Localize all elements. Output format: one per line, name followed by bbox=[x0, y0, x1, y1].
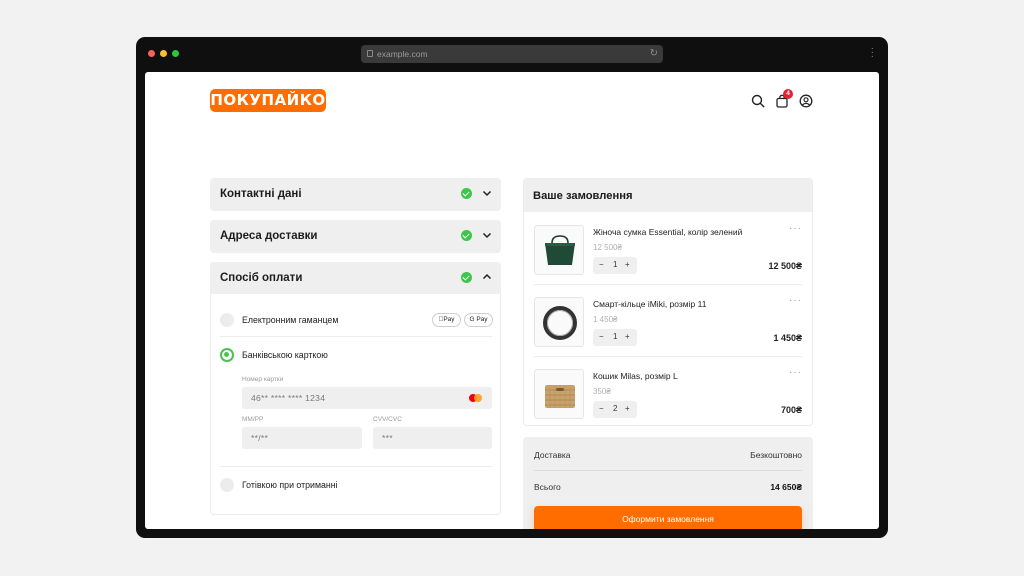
expiry-field[interactable]: **/** bbox=[242, 427, 362, 449]
minimize-window-button[interactable] bbox=[160, 50, 167, 57]
cvv-label: CVV/CVC bbox=[373, 416, 402, 423]
payment-option-wallet[interactable]: Електронним гаманцем Pay G Pay bbox=[220, 313, 493, 327]
check-circle-icon bbox=[461, 230, 472, 241]
product-image-bag[interactable] bbox=[534, 225, 584, 275]
total-value: 14 650₴ bbox=[770, 482, 802, 492]
wallet-label: Електронним гаманцем bbox=[242, 315, 339, 325]
delivery-row: Доставка Безкоштовно bbox=[534, 450, 802, 460]
card-number-field[interactable]: 46** **** **** 1234 bbox=[242, 387, 492, 409]
cart-count-badge: 4 bbox=[783, 89, 793, 99]
plus-button[interactable]: + bbox=[625, 332, 630, 341]
section-contact-details[interactable]: Контактні дані bbox=[210, 178, 501, 211]
order-totals: Доставка Безкоштовно Всього 14 650₴ Офор… bbox=[523, 437, 813, 529]
place-order-button[interactable]: Оформити замовлення bbox=[534, 506, 802, 529]
minus-button[interactable]: − bbox=[599, 260, 604, 269]
chevron-down-icon[interactable] bbox=[481, 187, 493, 199]
store-logo[interactable]: ПОКУПАЙКО bbox=[210, 89, 326, 112]
order-header: Ваше замовлення bbox=[524, 179, 812, 212]
reload-icon[interactable]: ↻ bbox=[650, 45, 658, 63]
expiry-value: **/** bbox=[251, 433, 269, 443]
divider bbox=[534, 470, 802, 471]
item-unit-price: 12 500₴ bbox=[593, 243, 622, 252]
item-name[interactable]: Смарт-кільце iMiki, розмір 11 bbox=[593, 299, 706, 309]
payment-option-card[interactable]: Банківською карткою bbox=[220, 348, 492, 362]
card-number-label: Номер картки bbox=[242, 376, 284, 383]
section-title: Адреса доставки bbox=[220, 230, 318, 242]
plus-button[interactable]: + bbox=[625, 404, 630, 413]
mastercard-icon bbox=[469, 394, 483, 402]
wallet-radio[interactable] bbox=[220, 313, 234, 327]
minus-button[interactable]: − bbox=[599, 404, 604, 413]
cash-radio[interactable] bbox=[220, 478, 234, 492]
delivery-value: Безкоштовно bbox=[750, 450, 802, 460]
google-pay-badge: G Pay bbox=[464, 313, 493, 327]
address-bar[interactable]: example.com ↻ bbox=[361, 45, 663, 63]
total-row: Всього 14 650₴ bbox=[534, 482, 802, 492]
order-item: Кошик Milas, розмір L 350₴ − 2 + ··· 700… bbox=[524, 357, 812, 428]
order-title: Ваше замовлення bbox=[533, 190, 633, 202]
section-delivery-address[interactable]: Адреса доставки bbox=[210, 220, 501, 253]
card-label: Банківською карткою bbox=[242, 350, 328, 360]
section-title: Спосіб оплати bbox=[220, 272, 303, 284]
quantity-stepper: − 2 + bbox=[593, 401, 637, 418]
user-icon[interactable] bbox=[799, 94, 813, 108]
close-window-button[interactable] bbox=[148, 50, 155, 57]
payment-options: Електронним гаманцем Pay G Pay Банківсь… bbox=[210, 294, 501, 515]
item-unit-price: 1 450₴ bbox=[593, 315, 618, 324]
browser-menu-icon[interactable]: · · · bbox=[871, 44, 874, 62]
more-options-icon[interactable]: ··· bbox=[789, 223, 802, 234]
total-label: Всього bbox=[534, 482, 561, 492]
order-item: Жіноча сумка Essential, колір зелений 12… bbox=[524, 213, 812, 284]
maximize-window-button[interactable] bbox=[172, 50, 179, 57]
minus-button[interactable]: − bbox=[599, 332, 604, 341]
cash-label: Готівкою при отриманні bbox=[242, 480, 338, 490]
item-total: 1 450₴ bbox=[773, 333, 802, 343]
card-number-value: 46** **** **** 1234 bbox=[251, 393, 326, 403]
lock-icon bbox=[367, 50, 373, 57]
delivery-label: Доставка bbox=[534, 450, 571, 460]
item-name[interactable]: Кошик Milas, розмір L bbox=[593, 371, 678, 381]
item-total: 12 500₴ bbox=[768, 261, 802, 271]
cvv-value: *** bbox=[382, 433, 393, 443]
more-options-icon[interactable]: ··· bbox=[789, 295, 802, 306]
quantity-value[interactable]: 1 bbox=[613, 260, 617, 269]
browser-window: example.com ↻ · · · ПОКУПАЙКО 4 Контактні … bbox=[136, 37, 888, 538]
check-circle-icon bbox=[461, 272, 472, 283]
product-image-basket[interactable] bbox=[534, 369, 584, 419]
item-total: 700₴ bbox=[780, 405, 802, 415]
quantity-value[interactable]: 1 bbox=[613, 332, 617, 341]
quantity-stepper: − 1 + bbox=[593, 329, 637, 346]
item-unit-price: 350₴ bbox=[593, 387, 611, 396]
quantity-stepper: − 1 + bbox=[593, 257, 637, 274]
item-name[interactable]: Жіноча сумка Essential, колір зелений bbox=[593, 227, 742, 237]
apple-pay-text: Pay bbox=[440, 316, 454, 323]
payment-option-cash[interactable]: Готівкою при отриманні bbox=[220, 478, 492, 492]
chevron-down-icon[interactable] bbox=[481, 229, 493, 241]
divider bbox=[220, 336, 492, 337]
search-icon[interactable] bbox=[751, 94, 765, 108]
order-summary: Ваше замовлення Жіноча сумка Essential, … bbox=[523, 178, 813, 426]
check-circle-icon bbox=[461, 188, 472, 199]
chevron-up-icon[interactable] bbox=[481, 271, 493, 283]
section-payment-method[interactable]: Спосіб оплати bbox=[210, 262, 501, 295]
expiry-label: MM/РР bbox=[242, 416, 264, 423]
order-item: Смарт-кільце iMiki, розмір 11 1 450₴ − 1… bbox=[524, 285, 812, 356]
more-options-icon[interactable]: ··· bbox=[789, 367, 802, 378]
product-image-ring[interactable] bbox=[534, 297, 584, 347]
cvv-field[interactable]: *** bbox=[373, 427, 492, 449]
address-bar-url: example.com bbox=[377, 49, 428, 59]
quantity-value[interactable]: 2 bbox=[613, 404, 617, 413]
divider bbox=[220, 466, 492, 467]
page: ПОКУПАЙКО 4 Контактні дані Адреса достав… bbox=[145, 72, 879, 529]
apple-pay-badge: Pay bbox=[432, 313, 461, 327]
section-title: Контактні дані bbox=[220, 188, 302, 200]
card-radio[interactable] bbox=[220, 348, 234, 362]
plus-button[interactable]: + bbox=[625, 260, 630, 269]
